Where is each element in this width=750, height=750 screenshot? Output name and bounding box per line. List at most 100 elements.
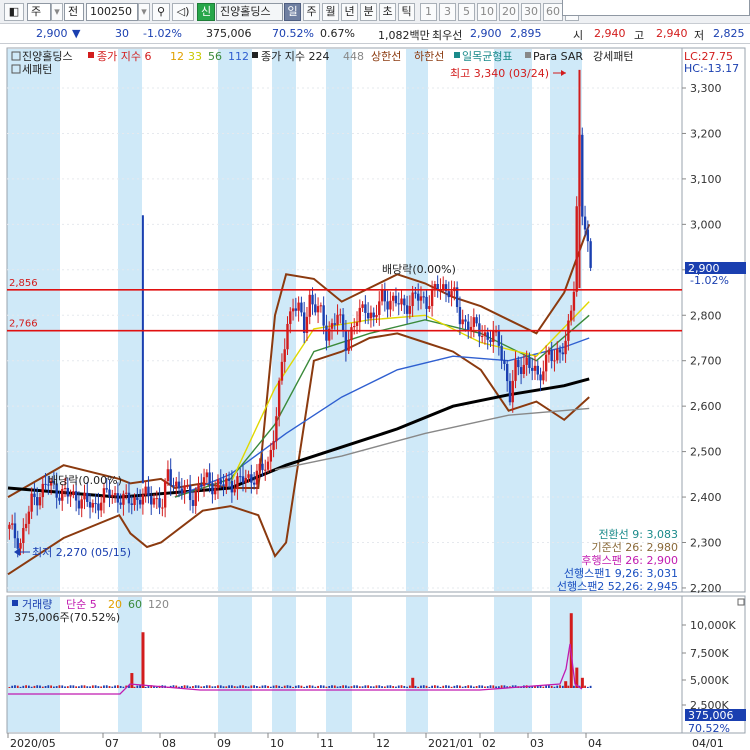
- interval-button[interactable]: 10: [477, 3, 497, 21]
- candle-body: [369, 312, 373, 319]
- stock-code-input[interactable]: 100250: [86, 3, 138, 21]
- candle-body: [147, 486, 150, 497]
- volume-bar: [294, 685, 297, 688]
- tab-period-year[interactable]: 년: [341, 3, 358, 21]
- interval-button[interactable]: 30: [521, 3, 541, 21]
- candle-body: [411, 292, 414, 307]
- volume-bar: [322, 685, 325, 688]
- candle-body: [230, 480, 234, 493]
- volume-bar: [300, 685, 303, 688]
- volume-bar: [559, 685, 561, 688]
- speaker-icon[interactable]: ◁): [172, 3, 194, 21]
- volume-bar: [114, 685, 116, 688]
- volume-bar: [25, 685, 27, 688]
- interval-button[interactable]: 20: [499, 3, 519, 21]
- candle-body: [36, 497, 39, 506]
- market-select[interactable]: 주: [27, 3, 51, 21]
- volume-bar: [264, 685, 267, 688]
- volume-bar: [47, 685, 50, 688]
- candle-body: [188, 485, 192, 501]
- interval-button[interactable]: 1: [420, 3, 437, 21]
- volume-bar: [180, 685, 183, 688]
- x-axis-label: 03: [530, 737, 544, 750]
- interval-button[interactable]: 60: [543, 3, 563, 21]
- trade-amount: 1,082백만: [378, 29, 430, 42]
- volume-bar: [358, 686, 361, 688]
- candle-body: [66, 487, 69, 497]
- tab-period-second[interactable]: 초: [379, 3, 396, 21]
- candle-body: [127, 492, 131, 504]
- candle-body: [88, 501, 92, 508]
- down-arrow-icon: ▼: [72, 27, 81, 40]
- candle-body: [161, 507, 164, 509]
- candle-body: [286, 323, 289, 350]
- volume-tick-label: 10,000K: [690, 619, 736, 632]
- volume-bar: [19, 686, 22, 688]
- x-axis-label: 02: [482, 737, 496, 750]
- candle-body: [380, 289, 384, 302]
- candle-body: [275, 416, 278, 442]
- legend-psar: Para SAR: [533, 50, 583, 63]
- candle-body: [194, 491, 197, 506]
- legend-strong-pattern-2: 세패턴: [22, 63, 52, 76]
- candle-body: [175, 481, 178, 487]
- code-dropdown-icon[interactable]: ▾: [138, 3, 150, 21]
- volume-bar: [50, 685, 53, 688]
- tab-period-month[interactable]: 월: [322, 3, 339, 21]
- candle-body: [38, 497, 42, 506]
- volume-bar: [422, 685, 425, 688]
- tab-period-minute[interactable]: 분: [360, 3, 377, 21]
- interval-button[interactable]: 3: [439, 3, 456, 21]
- volume-bar: [203, 686, 205, 688]
- candle-body: [536, 365, 539, 375]
- tab-period-tick[interactable]: 틱: [398, 3, 415, 21]
- candle-body: [344, 330, 348, 351]
- price-tick-label: 3,100: [690, 173, 722, 186]
- volume-bar: [253, 685, 256, 688]
- price-tick-label: 2,600: [690, 400, 722, 413]
- candle-body: [108, 489, 111, 497]
- chart-icon[interactable]: ◧: [4, 3, 24, 21]
- volume-bar: [500, 685, 503, 688]
- stock-chart[interactable]: 3,3003,2003,1003,0002,9002,8002,7002,600…: [0, 44, 750, 750]
- volume-bar: [139, 685, 142, 688]
- candle-body: [403, 298, 406, 306]
- candle-body: [111, 494, 114, 497]
- volume-bar: [278, 685, 281, 688]
- candle-body: [269, 449, 273, 462]
- interval-button[interactable]: 5: [458, 3, 475, 21]
- candle-body: [300, 302, 303, 313]
- volume-bar: [311, 685, 314, 688]
- price-bar: 2,900 ▼ 30 -1.02% 375,006 70.52% 0.67% 1…: [0, 24, 750, 44]
- current-volume-pct: 70.52%: [688, 722, 730, 735]
- volume-bar: [461, 686, 464, 688]
- range-select[interactable]: 전: [64, 3, 84, 21]
- volume-bar: [400, 685, 403, 688]
- candle-body: [475, 317, 478, 324]
- volume-bar: [406, 686, 408, 688]
- candle-body: [102, 488, 106, 503]
- candle-body: [24, 523, 28, 529]
- candle-body: [572, 291, 576, 311]
- mode-sin-button[interactable]: 신: [197, 3, 215, 21]
- search-icon[interactable]: ⚲: [152, 3, 170, 21]
- volume-bar: [481, 685, 484, 688]
- volume-bar: [347, 686, 350, 688]
- volume-bar: [367, 685, 370, 688]
- candle-body: [233, 489, 236, 493]
- high-price: 2,940: [656, 27, 688, 40]
- dividend-annotation-2: 배당락(0.00%): [48, 474, 122, 487]
- tab-period-week[interactable]: 주: [303, 3, 320, 21]
- volume-tick-label: 5,000K: [690, 674, 729, 687]
- volume-bar: [475, 686, 478, 688]
- candle-body: [544, 354, 548, 372]
- volume-bar: [261, 685, 264, 688]
- market-dropdown-icon[interactable]: ▾: [51, 3, 63, 21]
- volume-bar: [325, 686, 328, 688]
- price-tick-label: 2,300: [690, 537, 722, 550]
- volume-bar: [111, 686, 114, 688]
- tab-period-day[interactable]: 일: [284, 3, 301, 21]
- candle-body: [569, 310, 573, 321]
- candle-body: [514, 359, 517, 381]
- candle-body: [252, 482, 256, 485]
